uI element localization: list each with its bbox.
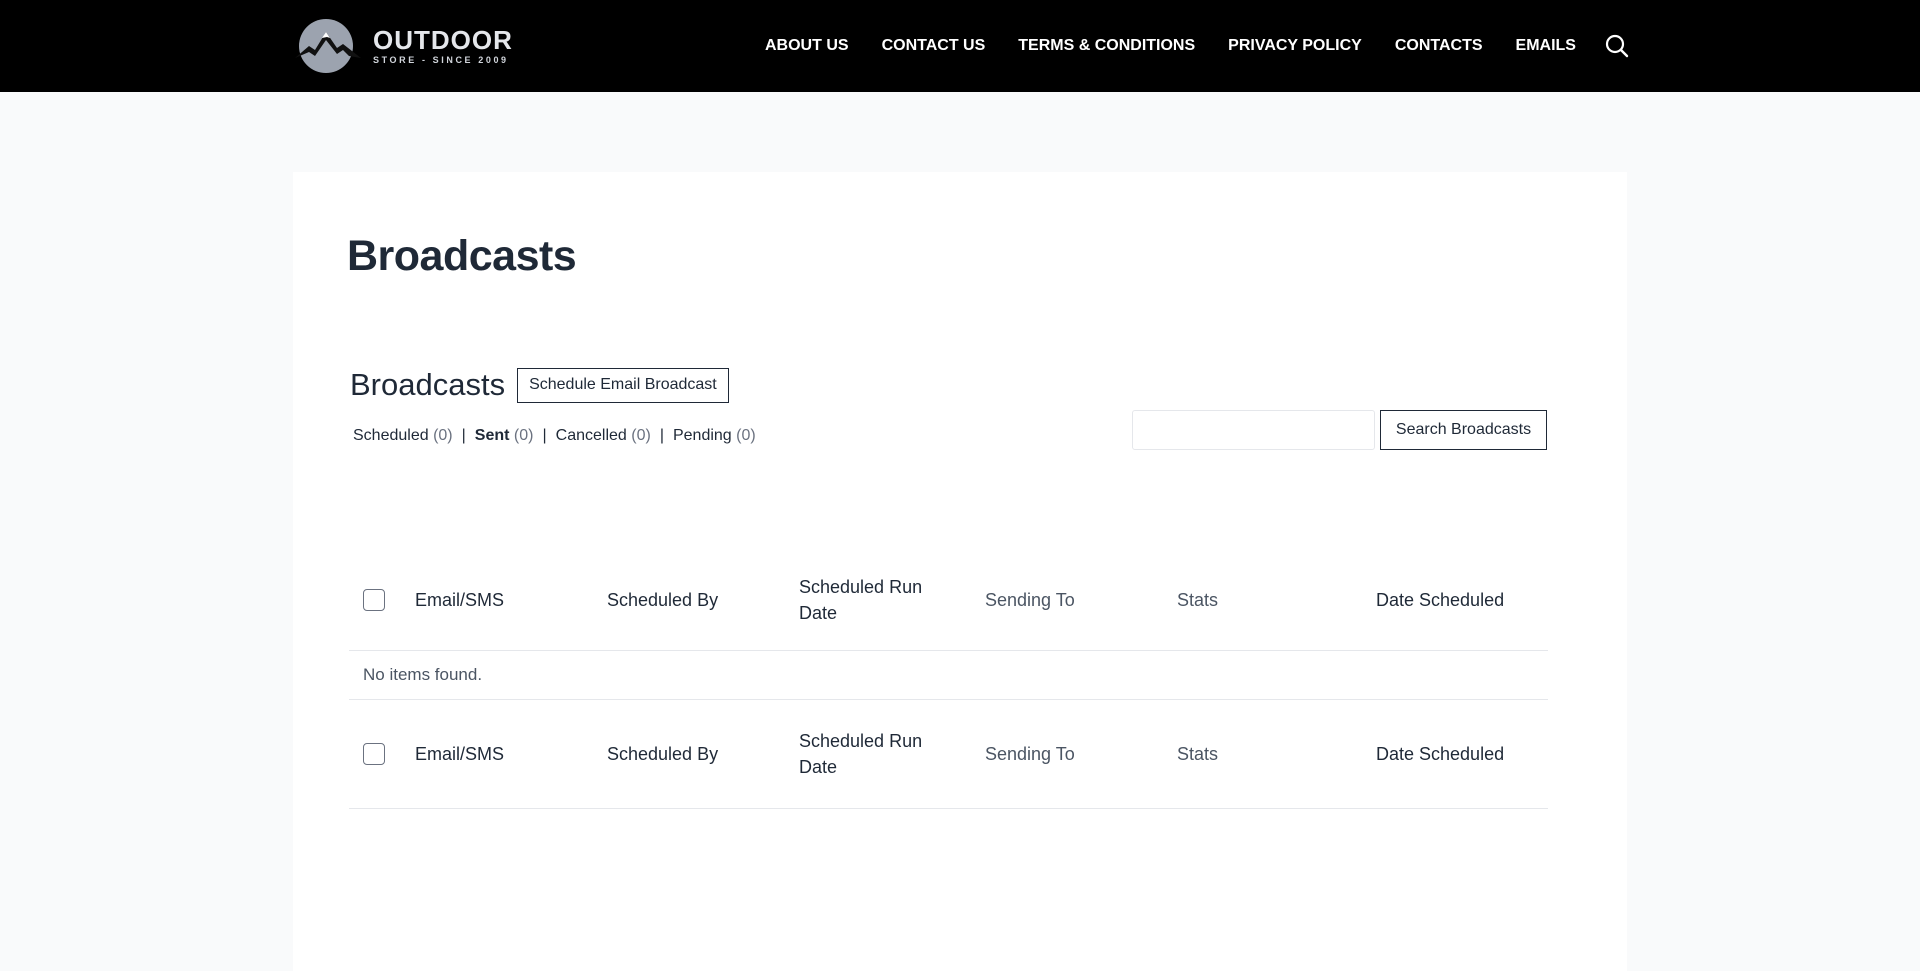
main-nav: ABOUT US CONTACT US TERMS & CONDITIONS P… (765, 0, 1609, 92)
column-stats: Stats (1177, 744, 1219, 764)
filter-label: Pending (672, 427, 732, 444)
column-sending-to: Sending To (985, 744, 1075, 764)
nav-contacts[interactable]: CONTACTS (1395, 37, 1483, 55)
nav-terms-conditions[interactable]: TERMS & CONDITIONS (1018, 37, 1195, 55)
column-stats: Stats (1177, 590, 1219, 610)
broadcasts-table: Email/SMS Scheduled By Scheduled Run Dat… (349, 550, 1548, 809)
broadcast-search-input[interactable] (1132, 410, 1375, 450)
section-title: Broadcasts (350, 367, 506, 402)
logo-title: OUTDOOR (373, 25, 513, 55)
filter-label: Cancelled (555, 427, 627, 444)
filter-pending[interactable]: Pending (0) (673, 427, 756, 445)
logo-subtitle: STORE - SINCE 2009 (373, 55, 509, 65)
site-logo[interactable]: OUTDOOR STORE - SINCE 2009 (293, 18, 513, 74)
filter-separator: | (542, 427, 547, 444)
broadcasts-header: Broadcasts Schedule Email Broadcast (350, 367, 729, 403)
mountain-logo-icon (293, 18, 363, 74)
empty-message: No items found. (363, 665, 483, 684)
filter-count: (0) (513, 427, 534, 444)
filter-count: (0) (736, 427, 756, 444)
nav-contact-us[interactable]: CONTACT US (882, 37, 986, 55)
filter-count: (0) (631, 427, 651, 444)
column-scheduled-by[interactable]: Scheduled By (607, 587, 718, 613)
filter-separator: | (461, 427, 466, 444)
column-scheduled-run-date[interactable]: Scheduled Run Date (799, 728, 939, 780)
column-scheduled-run-date[interactable]: Scheduled Run Date (799, 574, 939, 626)
column-scheduled-by[interactable]: Scheduled By (607, 741, 718, 767)
column-email-sms[interactable]: Email/SMS (415, 587, 504, 613)
table-empty-row: No items found. (349, 651, 1548, 700)
schedule-email-broadcast-button[interactable]: Schedule Email Broadcast (517, 367, 729, 403)
filter-sent[interactable]: Sent (0) (475, 427, 534, 445)
search-icon[interactable] (1604, 33, 1630, 59)
table-header-row: Email/SMS Scheduled By Scheduled Run Dat… (349, 550, 1548, 651)
nav-emails[interactable]: EMAILS (1516, 37, 1576, 55)
site-header: OUTDOOR STORE - SINCE 2009 ABOUT US CONT… (0, 0, 1920, 92)
column-sending-to: Sending To (985, 590, 1075, 610)
page-title: Broadcasts (347, 232, 577, 280)
search-broadcasts-button[interactable]: Search Broadcasts (1380, 410, 1547, 450)
column-email-sms[interactable]: Email/SMS (415, 741, 504, 767)
nav-about-us[interactable]: ABOUT US (765, 37, 849, 55)
filter-label: Sent (474, 427, 510, 444)
select-all-checkbox[interactable] (363, 589, 385, 611)
filter-separator: | (659, 427, 664, 444)
column-date-scheduled[interactable]: Date Scheduled (1376, 741, 1504, 767)
status-filters: Scheduled (0) | Sent (0) | Cancelled (0)… (353, 427, 756, 445)
content-card: Broadcasts Broadcasts Schedule Email Bro… (293, 172, 1627, 971)
filter-cancelled[interactable]: Cancelled (0) (556, 427, 651, 445)
column-date-scheduled[interactable]: Date Scheduled (1376, 587, 1504, 613)
filter-scheduled[interactable]: Scheduled (0) (353, 427, 453, 445)
table-footer-row: Email/SMS Scheduled By Scheduled Run Dat… (349, 700, 1548, 809)
filter-label: Scheduled (353, 427, 429, 444)
filter-count: (0) (433, 427, 453, 444)
select-all-checkbox-footer[interactable] (363, 743, 385, 765)
nav-privacy-policy[interactable]: PRIVACY POLICY (1228, 37, 1362, 55)
